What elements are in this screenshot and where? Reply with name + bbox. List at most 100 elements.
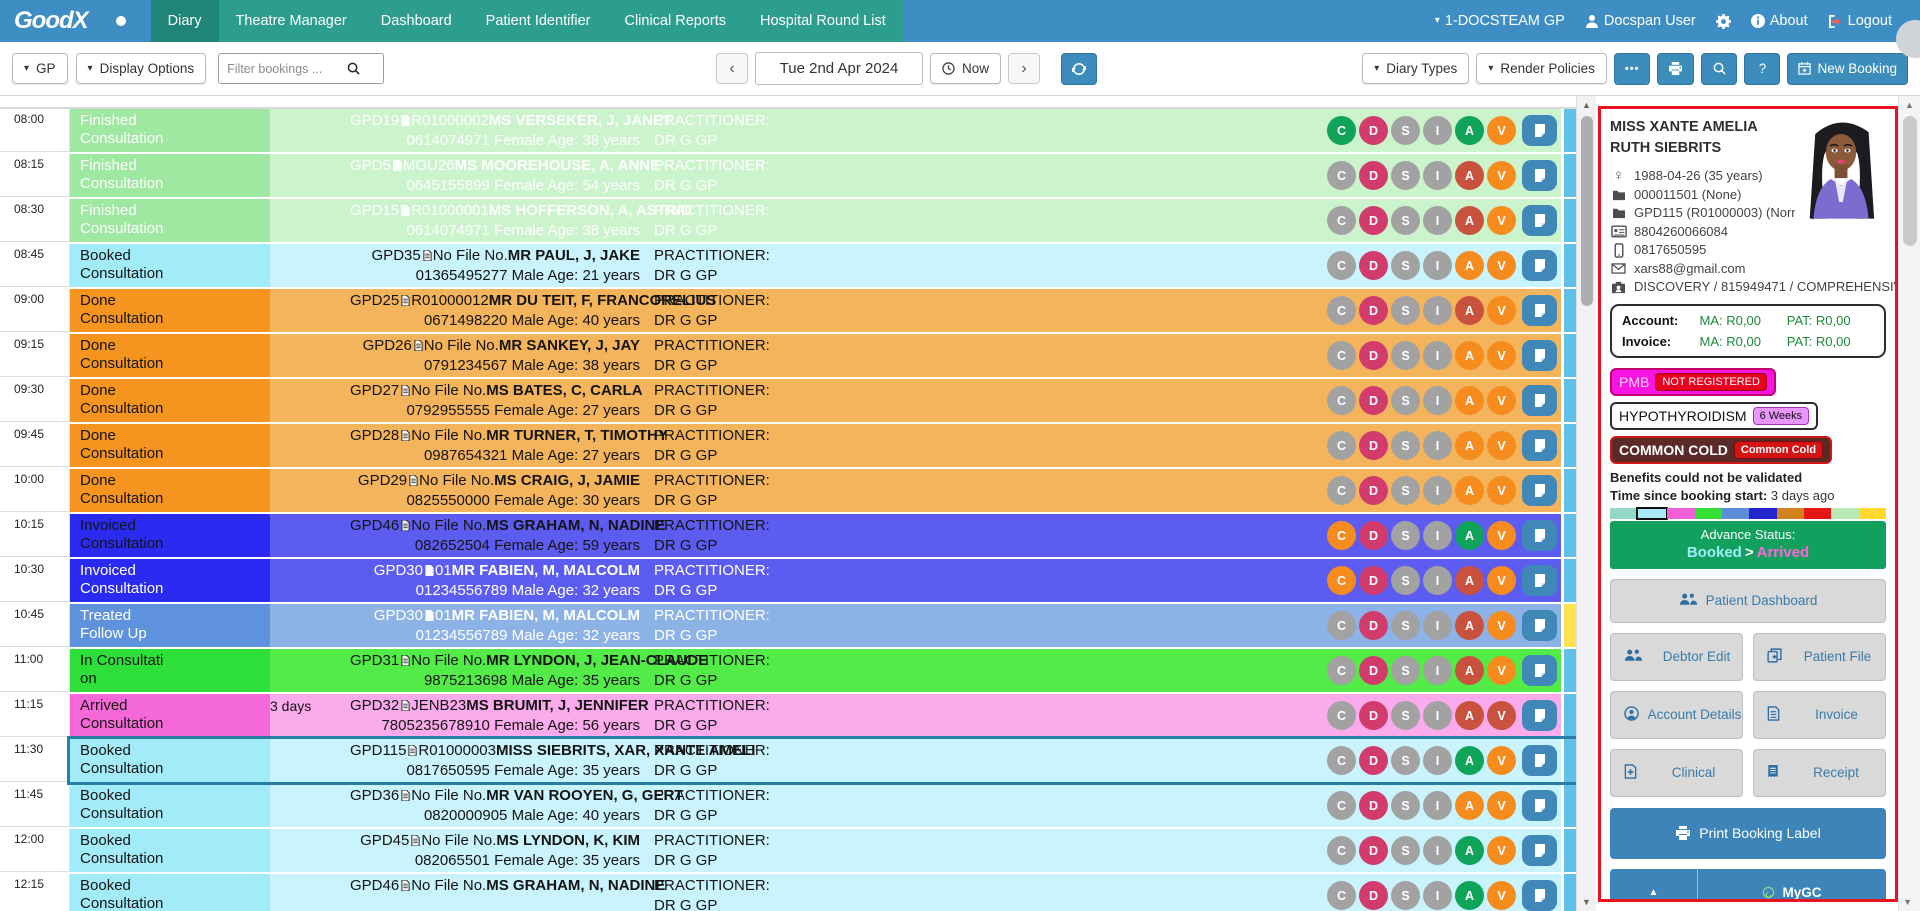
s-action-button[interactable]: S: [1391, 836, 1420, 865]
booking[interactable]: BookedConsultation GPD35No File No.MR PA…: [70, 244, 1576, 287]
booking[interactable]: DoneConsultation GPD29No File No.MS CRAI…: [70, 469, 1576, 512]
i-action-button[interactable]: I: [1423, 881, 1452, 910]
scrollbar-thumb[interactable]: [1581, 116, 1593, 306]
v-action-button[interactable]: V: [1487, 746, 1516, 775]
scroll-down-icon[interactable]: ▼: [1903, 897, 1912, 907]
debtor-edit-button[interactable]: Debtor Edit: [1610, 633, 1743, 681]
diary-row[interactable]: 12:15 BookedConsultation GPD46No File No…: [0, 874, 1576, 911]
diary-row[interactable]: 08:00 FinishedConsultation GPD19R0100000…: [0, 109, 1576, 152]
c-action-button[interactable]: C: [1327, 656, 1356, 685]
i-action-button[interactable]: I: [1423, 521, 1452, 550]
booking[interactable]: ArrivedConsultation 3 days GPD32JENB23MS…: [70, 694, 1576, 737]
a-action-button[interactable]: A: [1455, 566, 1484, 595]
s-action-button[interactable]: S: [1391, 431, 1420, 460]
d-action-button[interactable]: D: [1359, 521, 1388, 550]
s-action-button[interactable]: S: [1391, 476, 1420, 505]
note-button[interactable]: [1522, 880, 1557, 911]
c-action-button[interactable]: C: [1327, 746, 1356, 775]
help-button[interactable]: ?: [1744, 53, 1780, 85]
mygc-bar[interactable]: ▲ MyGC: [1610, 869, 1886, 902]
s-action-button[interactable]: S: [1391, 611, 1420, 640]
pinwheel-logo-icon[interactable]: [101, 1, 141, 41]
i-action-button[interactable]: I: [1423, 341, 1452, 370]
diary-types-dropdown[interactable]: ▾Diary Types: [1362, 53, 1469, 84]
c-action-button[interactable]: C: [1327, 791, 1356, 820]
diary-row[interactable]: 09:15 DoneConsultation GPD26No File No.M…: [0, 334, 1576, 377]
status-strip-segment[interactable]: [1667, 508, 1694, 519]
note-button[interactable]: [1522, 745, 1557, 776]
booking[interactable]: FinishedConsultation GPD19R01000002MS VE…: [70, 109, 1576, 152]
s-action-button[interactable]: S: [1391, 701, 1420, 730]
a-action-button[interactable]: A: [1455, 881, 1484, 910]
i-action-button[interactable]: I: [1423, 476, 1452, 505]
display-options-dropdown[interactable]: ▾Display Options: [76, 53, 207, 84]
note-button[interactable]: [1522, 700, 1557, 731]
clinical-button[interactable]: Clinical: [1610, 749, 1743, 797]
a-action-button[interactable]: A: [1455, 386, 1484, 415]
search-button[interactable]: [1701, 53, 1737, 85]
scroll-up-icon[interactable]: ▲: [1899, 96, 1920, 110]
d-action-button[interactable]: D: [1359, 116, 1388, 145]
goodx-logo[interactable]: GoodX: [0, 0, 99, 42]
booking[interactable]: DoneConsultation GPD27No File No.MS BATE…: [70, 379, 1576, 422]
v-action-button[interactable]: V: [1487, 341, 1516, 370]
s-action-button[interactable]: S: [1391, 161, 1420, 190]
receipt-button[interactable]: Receipt: [1753, 749, 1886, 797]
note-button[interactable]: [1522, 160, 1557, 191]
a-action-button[interactable]: A: [1455, 746, 1484, 775]
booking[interactable]: BookedConsultation GPD45No File No.MS LY…: [70, 829, 1576, 872]
v-action-button[interactable]: V: [1487, 476, 1516, 505]
v-action-button[interactable]: V: [1487, 161, 1516, 190]
c-action-button[interactable]: C: [1327, 611, 1356, 640]
note-button[interactable]: [1522, 790, 1557, 821]
s-action-button[interactable]: S: [1391, 566, 1420, 595]
note-button[interactable]: [1522, 520, 1557, 551]
d-action-button[interactable]: D: [1359, 386, 1388, 415]
i-action-button[interactable]: I: [1423, 161, 1452, 190]
diary-row[interactable]: 10:45 TreatedFollow Up GPD3001MR FABIEN,…: [0, 604, 1576, 647]
status-strip-segment[interactable]: [1831, 508, 1858, 519]
account-details-button[interactable]: Account Details: [1610, 691, 1743, 739]
patient-file-button[interactable]: Patient File: [1753, 633, 1886, 681]
i-action-button[interactable]: I: [1423, 656, 1452, 685]
s-action-button[interactable]: S: [1391, 521, 1420, 550]
nav-item-hospital-round-list[interactable]: Hospital Round List: [743, 0, 903, 42]
diary-row[interactable]: 09:00 DoneConsultation GPD25R01000012MR …: [0, 289, 1576, 332]
diary-row[interactable]: 09:45 DoneConsultation GPD28No File No.M…: [0, 424, 1576, 467]
v-action-button[interactable]: V: [1487, 521, 1516, 550]
note-button[interactable]: [1522, 610, 1557, 641]
d-action-button[interactable]: D: [1359, 746, 1388, 775]
booking[interactable]: FinishedConsultation GPD15R01000001MS HO…: [70, 199, 1576, 242]
note-button[interactable]: [1522, 430, 1557, 461]
s-action-button[interactable]: S: [1391, 791, 1420, 820]
note-button[interactable]: [1522, 250, 1557, 281]
prev-day-button[interactable]: ‹: [716, 53, 748, 84]
scrollbar-thumb[interactable]: [1903, 116, 1917, 246]
a-action-button[interactable]: A: [1455, 836, 1484, 865]
booking[interactable]: BookedConsultation GPD36No File No.MR VA…: [70, 784, 1576, 827]
status-strip-segment[interactable]: [1610, 508, 1637, 519]
diary-row[interactable]: 11:45 BookedConsultation GPD36No File No…: [0, 784, 1576, 827]
scroll-up-icon[interactable]: ▲: [1582, 96, 1591, 114]
d-action-button[interactable]: D: [1359, 656, 1388, 685]
d-action-button[interactable]: D: [1359, 341, 1388, 370]
c-action-button[interactable]: C: [1327, 566, 1356, 595]
c-action-button[interactable]: C: [1327, 476, 1356, 505]
note-button[interactable]: [1522, 205, 1557, 236]
s-action-button[interactable]: S: [1391, 386, 1420, 415]
c-action-button[interactable]: C: [1327, 836, 1356, 865]
booking[interactable]: DoneConsultation GPD25R01000012MR DU TEI…: [70, 289, 1576, 332]
new-booking-button[interactable]: New Booking: [1787, 53, 1908, 85]
diary-row[interactable]: 11:00 In Consultation GPD31No File No.MR…: [0, 649, 1576, 692]
i-action-button[interactable]: I: [1423, 206, 1452, 235]
i-action-button[interactable]: I: [1423, 611, 1452, 640]
a-action-button[interactable]: A: [1455, 431, 1484, 460]
a-action-button[interactable]: A: [1455, 116, 1484, 145]
booking[interactable]: InvoicedConsultation GPD46No File No.MS …: [70, 514, 1576, 557]
diary-row[interactable]: 11:30 BookedConsultation GPD115R01000003…: [0, 739, 1576, 782]
s-action-button[interactable]: S: [1391, 746, 1420, 775]
nav-item-theatre-manager[interactable]: Theatre Manager: [219, 0, 364, 42]
booking[interactable]: BookedConsultation GPD115R01000003MISS S…: [70, 739, 1576, 782]
d-action-button[interactable]: D: [1359, 611, 1388, 640]
a-action-button[interactable]: A: [1455, 206, 1484, 235]
